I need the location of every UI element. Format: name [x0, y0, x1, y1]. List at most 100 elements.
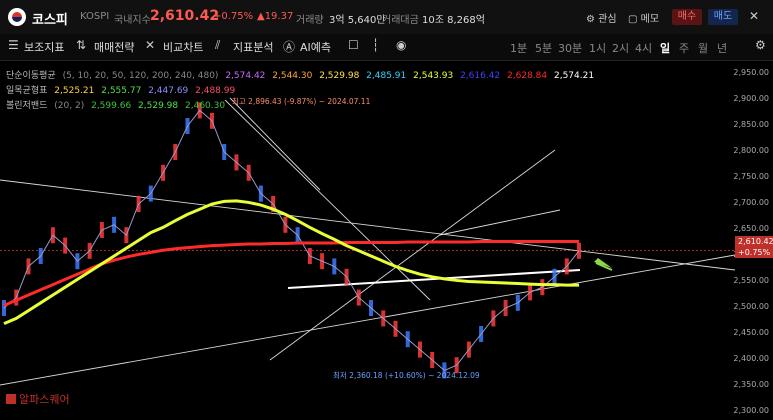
bollinger-mid: 2,529.98: [138, 101, 179, 111]
current-price: 2,610.42: [150, 8, 220, 24]
logo-text: 알파스퀘어: [19, 393, 70, 406]
y-axis-label: 2,750.00: [733, 172, 769, 181]
trend-line: [0, 254, 735, 386]
ichimoku-legend-label: 일목균형표: [6, 86, 48, 96]
trend-line: [0, 179, 735, 271]
y-axis-label: 2,400.00: [733, 354, 769, 363]
current-price-tag: 2,610.42 +0.75%: [735, 236, 773, 258]
period-1min[interactable]: 1분: [510, 40, 527, 56]
top-bar: 코스피 KOSPI 국내지수 2,610.42 +0.75% ▲19.37 거래…: [0, 0, 773, 35]
y-axis-label: 2,650.00: [733, 224, 769, 233]
bollinger-upper: 2,599.66: [91, 101, 132, 111]
memo-button[interactable]: ▢ 메모: [628, 10, 659, 25]
memo-label: 메모: [640, 14, 660, 25]
ma-value-5: 2,574.42: [225, 71, 266, 81]
price-chart[interactable]: [0, 60, 735, 420]
analysis-icon: ⫽: [215, 38, 221, 52]
bollinger-lower: 2,460.30: [185, 101, 226, 111]
y-axis-label: 2,550.00: [733, 276, 769, 285]
volume-label: 거래량: [296, 15, 324, 26]
period-day[interactable]: 일: [660, 40, 670, 56]
ma-value-20: 2,529.98: [319, 71, 360, 81]
ai-icon: Ⓐ: [283, 40, 296, 54]
ichimoku-value-1: 2,525.21: [54, 86, 95, 96]
chart-toolbar: ☰ 보조지표 ⇅ 매매전략 ✕ 비교차트 ⫽ 지표분석 Ⓐ AI예측 ☐ ┆ ◉…: [0, 34, 773, 61]
camera-icon[interactable]: ◉: [396, 38, 406, 52]
price-tag-percent: +0.75%: [738, 248, 771, 257]
aux-indicator-button[interactable]: 보조지표: [24, 39, 64, 55]
ma-value-120: 2,543.93: [413, 71, 454, 81]
watch-button[interactable]: ⚙ 관심: [586, 10, 617, 25]
period-1h[interactable]: 1시: [589, 40, 606, 56]
trend-line: [269, 149, 556, 361]
volume-value: 3억 5,640만: [329, 15, 386, 26]
low-annotation: 최저 2,360.18 (+10.60%) ~ 2024.12.09: [333, 371, 480, 380]
logo-icon: [6, 394, 16, 404]
strategy-button[interactable]: 매매전략: [94, 39, 134, 55]
ma-value-200: 2,616.42: [460, 71, 501, 81]
buy-button[interactable]: 매수: [672, 9, 702, 25]
period-30min[interactable]: 30분: [558, 40, 582, 56]
korea-flag-icon: [8, 8, 26, 26]
ma-legend-label: 단순이동평균: [6, 71, 56, 81]
trend-line: [439, 209, 561, 236]
change-percent: +0.75%: [213, 11, 254, 22]
trend-line: [229, 97, 321, 191]
compare-icon: ✕: [145, 38, 156, 52]
period-2h[interactable]: 2시: [612, 40, 629, 56]
ma-legend: 단순이동평균 (5, 10, 20, 50, 120, 200, 240, 48…: [6, 68, 598, 81]
index-name: 코스피: [32, 13, 68, 28]
square-icon[interactable]: ☐: [348, 38, 359, 52]
ichimoku-value-4: 2,488.99: [195, 86, 236, 96]
bollinger-legend: 볼린저밴드 (20, 2) 2,599.66 2,529.98 2,460.30: [6, 98, 229, 111]
period-5min[interactable]: 5분: [535, 40, 552, 56]
trade-value-label: 거래대금: [382, 15, 419, 26]
price-tag-value: 2,610.42: [738, 237, 773, 246]
period-4h[interactable]: 4시: [635, 40, 652, 56]
y-axis-label: 2,850.00: [733, 120, 769, 129]
strategy-icon: ⇅: [76, 38, 87, 52]
y-axis-label: 2,500.00: [733, 302, 769, 311]
y-axis-label: 2,350.00: [733, 380, 769, 389]
ma-value-480: 2,574.21: [553, 71, 595, 81]
bollinger-legend-label: 볼린저밴드: [6, 101, 48, 111]
high-annotation: 최고 2,896.43 (-9.87%) ~ 2024.07.11: [232, 97, 371, 106]
chart-series: [2, 102, 613, 379]
ma-legend-params: (5, 10, 20, 50, 120, 200, 240, 480): [62, 71, 219, 81]
ichimoku-legend: 일목균형표 2,525.21 2,555.77 2,447.69 2,488.9…: [6, 83, 239, 96]
y-axis-label: 2,800.00: [733, 146, 769, 155]
change-absolute: ▲19.37: [257, 11, 294, 22]
trend-line: [224, 99, 431, 301]
price-candle: [577, 242, 581, 259]
ichimoku-value-2: 2,555.77: [101, 86, 142, 96]
ai-forecast-button[interactable]: AI예측: [300, 39, 331, 55]
ma-value-10: 2,544.30: [272, 71, 313, 81]
sliders-icon: ☰: [8, 38, 19, 52]
indicator-analysis-button[interactable]: 지표분석: [233, 39, 273, 55]
memo-icon: ▢: [628, 14, 638, 25]
series-line-120: [3, 199, 579, 325]
ma-value-240: 2,628.84: [507, 71, 548, 81]
y-axis-label: 2,950.00: [733, 68, 769, 77]
y-axis-label: 2,300.00: [733, 406, 769, 415]
ichimoku-value-3: 2,447.69: [148, 86, 189, 96]
ma-value-50: 2,485.91: [366, 71, 407, 81]
period-year[interactable]: 년: [717, 40, 727, 56]
bollinger-legend-params: (20, 2): [54, 101, 85, 111]
period-week[interactable]: 주: [679, 40, 689, 56]
period-month[interactable]: 월: [698, 40, 708, 56]
y-axis-label: 2,700.00: [733, 198, 769, 207]
compare-chart-button[interactable]: 비교차트: [163, 39, 203, 55]
settings-icon[interactable]: ⚙: [755, 38, 766, 52]
close-icon[interactable]: ✕: [749, 9, 759, 23]
index-category: 국내지수: [114, 15, 151, 26]
y-axis-label: 2,450.00: [733, 328, 769, 337]
watch-label: 관심: [598, 14, 617, 25]
alphasquare-logo: 알파스퀘어: [6, 391, 70, 407]
sell-button[interactable]: 매도: [708, 9, 738, 25]
gear-icon: ⚙: [586, 14, 595, 25]
y-axis-label: 2,900.00: [733, 94, 769, 103]
trade-value: 10조 8,268억: [422, 15, 485, 26]
index-code: KOSPI: [80, 11, 110, 22]
candle-icon[interactable]: ┆: [372, 38, 379, 52]
